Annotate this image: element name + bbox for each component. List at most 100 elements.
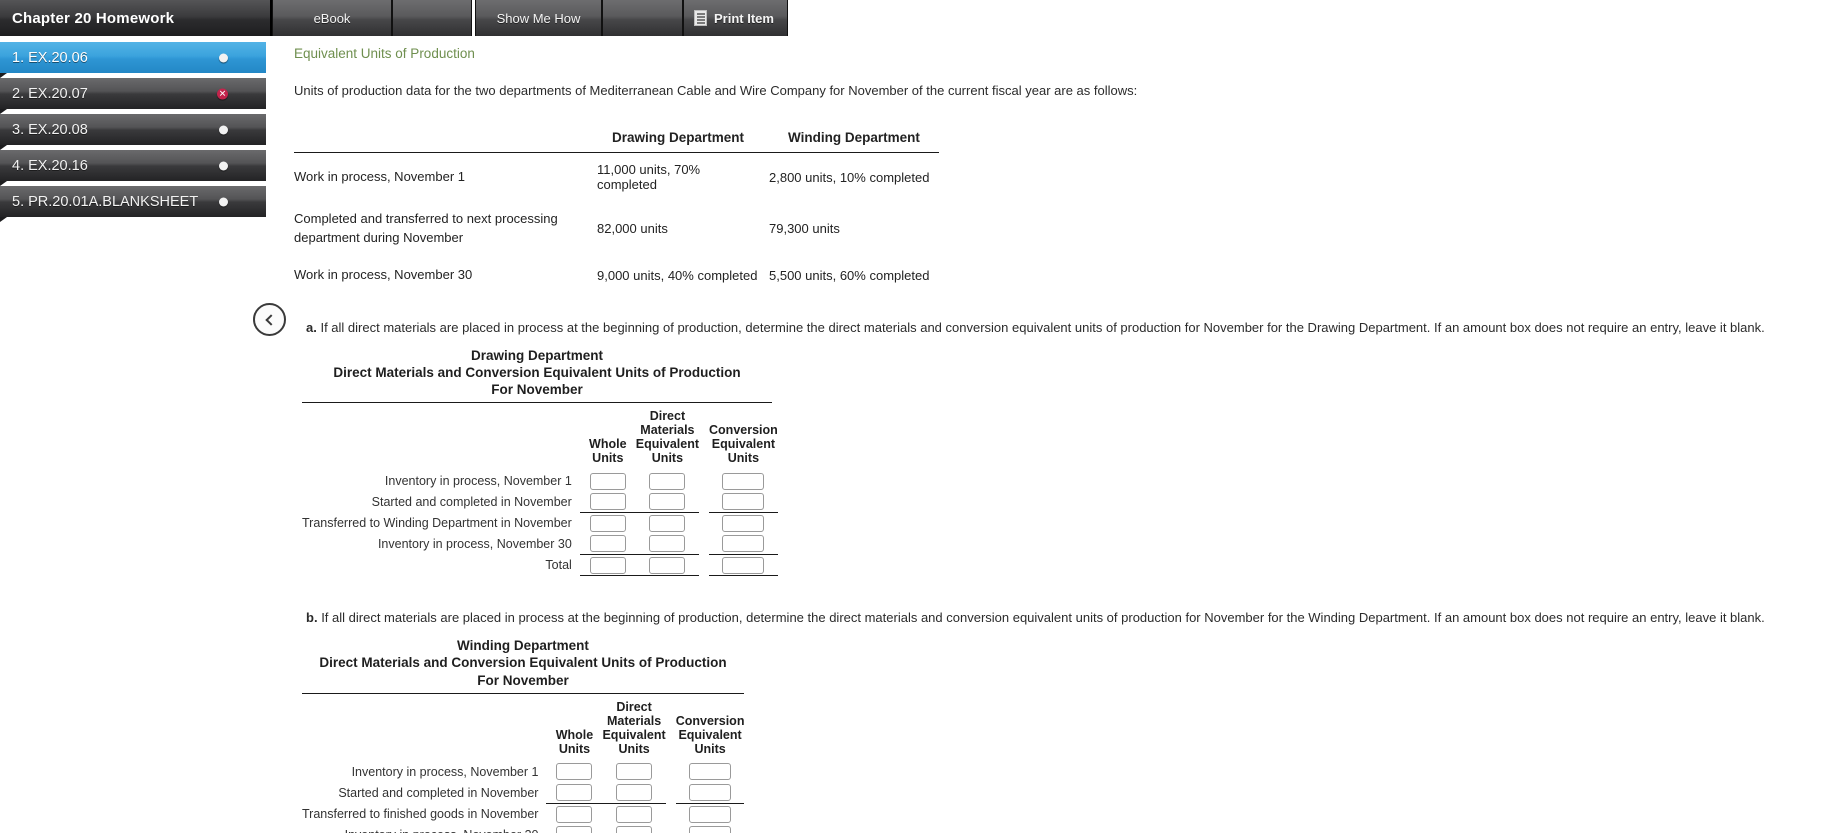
worksheet-table-drawing: Whole Units Direct Materials Equivalent … bbox=[302, 409, 778, 577]
input-direct-materials-total[interactable] bbox=[649, 556, 686, 574]
worksheet-title-line2: Direct Materials and Conversion Equivale… bbox=[333, 364, 741, 380]
row-value-drawing: 82,000 units bbox=[597, 221, 668, 237]
corner-fold bbox=[0, 217, 7, 222]
cell-direct-materials bbox=[602, 824, 666, 833]
worksheet-row: Inventory in process, November 30 bbox=[302, 824, 745, 833]
worksheet-row: Started and completed in November bbox=[302, 782, 745, 805]
tab-blank-2[interactable] bbox=[602, 0, 683, 36]
cell-conversion bbox=[709, 513, 778, 534]
row-label: Inventory in process, November 1 bbox=[384, 474, 572, 489]
col-header-whole-units: Whole Units bbox=[580, 409, 636, 471]
header-line: Equivalent bbox=[602, 727, 666, 742]
input-direct-materials[interactable] bbox=[649, 535, 686, 553]
header-line: Direct bbox=[616, 699, 652, 714]
spacer bbox=[699, 555, 709, 576]
header-line: Units bbox=[592, 450, 624, 465]
input-conversion[interactable] bbox=[689, 826, 732, 833]
input-direct-materials[interactable] bbox=[616, 763, 653, 781]
spacer bbox=[699, 409, 709, 471]
table-header-row: Drawing Department Winding Department bbox=[294, 126, 939, 153]
input-conversion[interactable] bbox=[722, 472, 765, 490]
cell-whole-units bbox=[546, 824, 603, 833]
sidebar-item-ex2007[interactable]: 2. EX.20.07 ✕ bbox=[0, 78, 266, 114]
given-data-table: Drawing Department Winding Department Wo… bbox=[294, 126, 939, 294]
sidebar-item-label: 1. EX.20.06 bbox=[12, 49, 88, 66]
input-whole-units[interactable] bbox=[556, 805, 593, 823]
input-whole-units[interactable] bbox=[589, 472, 626, 490]
worksheet-title: Drawing Department Direct Materials and … bbox=[302, 347, 772, 398]
input-whole-units[interactable] bbox=[556, 763, 593, 781]
input-direct-materials[interactable] bbox=[649, 493, 686, 511]
worksheet-header-blank bbox=[302, 409, 580, 471]
row-label: Inventory in process, November 30 bbox=[302, 825, 546, 833]
spacer bbox=[699, 513, 709, 534]
input-direct-materials[interactable] bbox=[649, 514, 686, 532]
header-line: Equivalent bbox=[711, 436, 775, 451]
input-conversion[interactable] bbox=[722, 514, 765, 532]
tab-print-item[interactable]: Print Item bbox=[683, 0, 788, 36]
col-header-direct-materials-equivalent-units: Direct Materials Equivalent Units bbox=[602, 700, 665, 762]
row-label: Work in process, November 30 bbox=[294, 266, 473, 282]
header-line: Conversion bbox=[709, 422, 778, 437]
input-conversion-total[interactable] bbox=[722, 556, 765, 574]
input-conversion[interactable] bbox=[689, 784, 732, 802]
input-conversion[interactable] bbox=[722, 493, 765, 511]
worksheet-table-winding: Whole Units Direct Materials Equivalent … bbox=[302, 700, 745, 833]
input-conversion[interactable] bbox=[689, 805, 732, 823]
part-a-letter: a. bbox=[306, 319, 317, 335]
cell-whole-units bbox=[579, 554, 636, 577]
sidebar-question-list: 1. EX.20.06 2. EX.20.07 ✕ 3. EX.20.08 4.… bbox=[0, 36, 272, 222]
sidebar-collapse-button[interactable] bbox=[253, 303, 286, 336]
sidebar-item-ex2008[interactable]: 3. EX.20.08 bbox=[0, 114, 266, 150]
input-direct-materials[interactable] bbox=[649, 472, 686, 490]
header-line: Units bbox=[558, 741, 591, 756]
tab-label: Show Me How bbox=[496, 10, 581, 26]
header-line: Materials bbox=[606, 713, 662, 728]
table-row: Work in process, November 1 11,000 units… bbox=[294, 153, 939, 202]
input-conversion[interactable] bbox=[722, 535, 765, 553]
cell-whole-units bbox=[546, 762, 602, 783]
spacer bbox=[666, 804, 676, 825]
sidebar-item-ex2006[interactable]: 1. EX.20.06 bbox=[0, 42, 266, 78]
app-root: Chapter 20 Homework 1. EX.20.06 2. EX.20… bbox=[0, 0, 1843, 833]
cell-conversion bbox=[709, 533, 778, 556]
tab-ebook[interactable]: eBook bbox=[272, 0, 392, 36]
header-line: Whole bbox=[589, 436, 627, 451]
worksheet-title-line3: For November bbox=[491, 381, 583, 397]
row-value-winding: 2,800 units, 10% completed bbox=[769, 169, 930, 185]
input-whole-units[interactable] bbox=[556, 784, 593, 802]
worksheet-top-rule bbox=[302, 401, 772, 403]
header-line: Direct bbox=[649, 408, 686, 423]
status-dot-icon bbox=[219, 125, 228, 134]
row-value-drawing: 11,000 units, 70% completed bbox=[597, 162, 701, 192]
cell-direct-materials bbox=[602, 804, 665, 825]
input-whole-units[interactable] bbox=[589, 514, 626, 532]
status-dot-icon bbox=[219, 53, 228, 62]
input-whole-units[interactable] bbox=[589, 535, 626, 553]
col-header-drawing: Drawing Department bbox=[611, 130, 745, 145]
tab-show-me-how[interactable]: Show Me How bbox=[475, 0, 602, 36]
row-label: Work in process, November 1 bbox=[294, 168, 465, 184]
input-whole-units[interactable] bbox=[589, 493, 626, 511]
chevron-left-icon bbox=[265, 313, 277, 326]
input-direct-materials[interactable] bbox=[616, 784, 653, 802]
cell-whole-units bbox=[546, 782, 603, 805]
input-whole-units-total[interactable] bbox=[589, 556, 626, 574]
sidebar-item-pr2001a-blanksheet[interactable]: 5. PR.20.01A.BLANKSHEET bbox=[0, 186, 266, 222]
part-b-text: If all direct materials are placed in pr… bbox=[321, 610, 1765, 626]
cell-direct-materials bbox=[636, 513, 699, 534]
input-direct-materials[interactable] bbox=[616, 826, 653, 833]
input-whole-units[interactable] bbox=[556, 826, 593, 833]
cell-direct-materials bbox=[602, 762, 665, 783]
sidebar-item-ex2016[interactable]: 4. EX.20.16 bbox=[0, 150, 266, 186]
cell-direct-materials bbox=[635, 491, 700, 514]
cell-conversion bbox=[675, 824, 745, 833]
spacer bbox=[699, 492, 709, 513]
cell-whole-units bbox=[579, 491, 636, 514]
worksheet-winding: Winding Department Direct Materials and … bbox=[302, 637, 1843, 833]
input-direct-materials[interactable] bbox=[616, 805, 653, 823]
page-title: Equivalent Units of Production bbox=[294, 46, 475, 61]
tab-blank-1[interactable] bbox=[392, 0, 472, 36]
sidebar-item-label: 2. EX.20.07 bbox=[12, 85, 88, 102]
input-conversion[interactable] bbox=[689, 763, 732, 781]
